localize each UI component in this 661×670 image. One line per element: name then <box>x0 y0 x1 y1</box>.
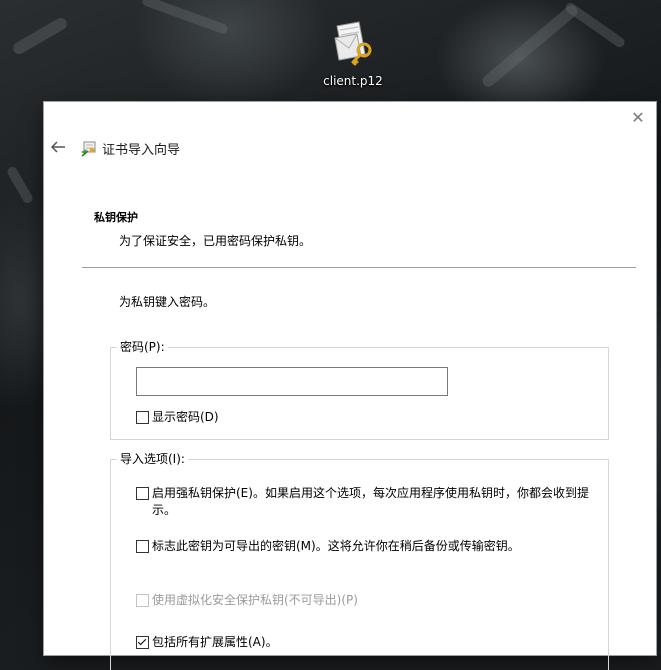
certificate-file-icon <box>331 20 375 66</box>
password-prompt: 为私钥键入密码。 <box>119 295 216 309</box>
strong-protection-checkbox[interactable] <box>136 487 149 500</box>
certificate-import-wizard-dialog: ✕ 证书导入向导 私钥保护 为了保证安全，已用密码保护私钥。 为私钥键入密码。 … <box>44 102 656 670</box>
password-group: 密码(P): 显示密码(D) <box>110 340 609 440</box>
virtualization-security-checkbox <box>136 594 149 607</box>
wizard-header: 证书导入向导 <box>80 139 180 158</box>
password-group-legend: 密码(P): <box>117 340 168 355</box>
show-password-checkbox[interactable] <box>136 411 149 424</box>
extended-properties-checkbox[interactable] <box>136 636 149 649</box>
desktop-file-label: client.p12 <box>323 74 383 88</box>
wizard-title: 证书导入向导 <box>102 143 181 158</box>
exportable-key-checkbox-row[interactable]: 标志此密钥为可导出的密钥(M)。这将允许你在稍后备份或传输密钥。 <box>136 538 596 555</box>
extended-properties-checkbox-row[interactable]: 包括所有扩展属性(A)。 <box>136 634 278 651</box>
exportable-key-checkbox[interactable] <box>136 540 149 553</box>
virtualization-security-label: 使用虚拟化安全保护私钥(不可导出)(P) <box>152 593 358 607</box>
desktop-file-client-p12[interactable]: client.p12 <box>318 20 388 88</box>
exportable-key-label: 标志此密钥为可导出的密钥(M)。这将允许你在稍后备份或传输密钥。 <box>152 539 520 553</box>
certificate-wizard-icon <box>81 141 96 157</box>
virtualization-security-checkbox-row: 使用虚拟化安全保护私钥(不可导出)(P) <box>136 592 358 609</box>
password-input[interactable] <box>136 367 448 396</box>
extended-properties-label: 包括所有扩展属性(A)。 <box>152 635 278 649</box>
back-button[interactable] <box>50 140 68 156</box>
back-arrow-icon <box>50 141 65 153</box>
import-options-legend: 导入选项(I): <box>117 452 188 467</box>
show-password-checkbox-row[interactable]: 显示密码(D) <box>136 409 219 426</box>
import-options-group: 导入选项(I): 启用强私钥保护(E)。如果启用这个选项，每次应用程序使用私钥时… <box>110 452 609 670</box>
strong-protection-checkbox-row[interactable]: 启用强私钥保护(E)。如果启用这个选项，每次应用程序使用私钥时，你都会收到提示。 <box>136 485 596 519</box>
section-title: 私钥保护 <box>94 211 138 224</box>
close-button[interactable]: ✕ <box>626 108 650 128</box>
strong-protection-label: 启用强私钥保护(E)。如果启用这个选项，每次应用程序使用私钥时，你都会收到提示。 <box>152 486 589 517</box>
close-icon: ✕ <box>631 108 645 127</box>
section-description: 为了保证安全，已用密码保护私钥。 <box>119 234 312 248</box>
header-divider <box>82 267 636 268</box>
show-password-label: 显示密码(D) <box>152 410 219 424</box>
